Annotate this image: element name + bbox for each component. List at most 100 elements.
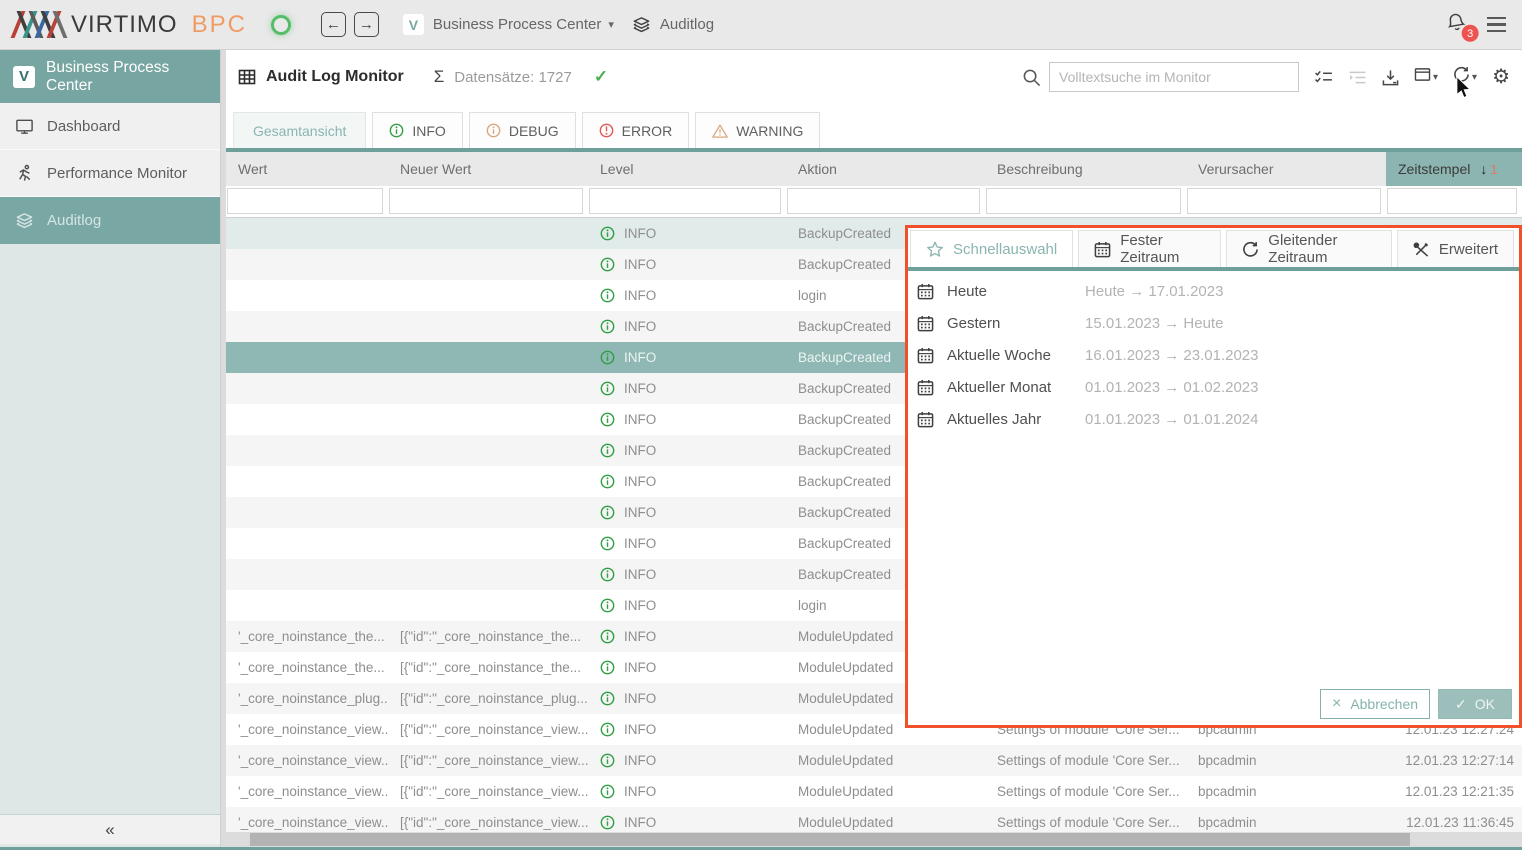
cell-text: [{"id":"_core_noinstance_the...: [400, 629, 581, 644]
cell-alter: [226, 528, 388, 559]
menu-button[interactable]: [1487, 17, 1506, 33]
filter-input-zeitstempel[interactable]: [1387, 188, 1517, 214]
cell-zeit: 12.01.23 12:27:14: [1386, 745, 1522, 776]
level-label: INFO: [624, 412, 656, 427]
sidebar-nav: Dashboard Performance MonitorAuditlog: [0, 103, 220, 244]
filter-input-verursacher[interactable]: [1187, 188, 1381, 214]
popup-tab-fester-zeitraum[interactable]: Fester Zeitraum: [1078, 230, 1221, 267]
column-label: Neuer Wert: [400, 161, 471, 177]
cell-alter: '_core_noinstance_view...: [226, 745, 388, 776]
filter-input-level[interactable]: [589, 188, 781, 214]
export-icon[interactable]: [1382, 69, 1399, 86]
cell-text: '_core_noinstance_view...: [238, 784, 388, 799]
column-header-aktion[interactable]: Aktion: [786, 152, 985, 186]
cell-level: INFO: [588, 528, 786, 559]
sidebar-item-auditlog[interactable]: Auditlog: [0, 197, 220, 244]
tab-error[interactable]: ERROR: [582, 112, 690, 148]
notification-badge: 3: [1462, 24, 1479, 41]
popup-tab-schnellauswahl[interactable]: Schnellauswahl: [910, 230, 1073, 267]
history-back-button[interactable]: ←: [321, 12, 346, 37]
scrollbar-thumb[interactable]: [250, 833, 1410, 846]
cell-text: ModuleUpdated: [798, 753, 893, 768]
info-icon: [600, 257, 615, 272]
cancel-button[interactable]: ×Abbrechen: [1320, 689, 1430, 719]
column-header-verursacher[interactable]: Verursacher: [1186, 152, 1386, 186]
cell-text: ModuleUpdated: [798, 815, 893, 830]
cell-level: INFO: [588, 776, 786, 807]
sidebar-scrollbar[interactable]: [220, 50, 226, 850]
preset-aktueller-monat[interactable]: Aktueller Monat01.01.2023 → 01.02.2023: [908, 371, 1519, 403]
monitor-toolbar: Audit Log Monitor Σ Datensätze: 1727 ✓ ▾…: [226, 50, 1522, 104]
cell-text: ModuleUpdated: [798, 660, 893, 675]
settings-button[interactable]: ⚙: [1492, 67, 1510, 87]
sidebar-collapse-button[interactable]: «: [0, 814, 220, 844]
search-input[interactable]: [1049, 62, 1299, 92]
records-count: Datensätze: 1727: [454, 69, 572, 86]
time-range-popup: Schnellauswahl Fester Zeitraum Gleitender …: [905, 225, 1522, 728]
popup-footer: ×Abbrechen ✓OK: [1320, 689, 1512, 719]
cell-alter: [226, 218, 388, 249]
sidebar-title: Business Process Center: [46, 59, 207, 95]
preset-aktuelle-woche[interactable]: Aktuelle Woche16.01.2023 → 23.01.2023: [908, 339, 1519, 371]
column-header-wert[interactable]: Wert: [226, 152, 388, 186]
tab-warning[interactable]: WARNING: [695, 112, 820, 148]
preset-heute[interactable]: HeuteHeute → 17.01.2023: [908, 275, 1519, 307]
cell-text: 12.01.23 12:21:35: [1405, 784, 1514, 799]
popup-tab-erweitert[interactable]: Erweitert: [1397, 230, 1514, 267]
column-header-level[interactable]: Level: [588, 152, 786, 186]
cell-text: [{"id":"_core_noinstance_the...: [400, 660, 581, 675]
cell-level: INFO: [588, 218, 786, 249]
filter-input-wert[interactable]: [227, 188, 383, 214]
cell-alter: [226, 497, 388, 528]
filter-input-beschreibung[interactable]: [986, 188, 1181, 214]
preset-aktuelles-jahr[interactable]: Aktuelles Jahr01.01.2023 → 01.01.2024: [908, 403, 1519, 435]
preset-range: Heute → 17.01.2023: [1085, 283, 1223, 300]
cell-level: INFO: [588, 745, 786, 776]
sidebar-item-dashboard[interactable]: Dashboard: [0, 103, 220, 150]
cell-alter: [226, 249, 388, 280]
notifications-button[interactable]: 3: [1444, 10, 1469, 39]
column-header-neuer-wert[interactable]: Neuer Wert: [388, 152, 588, 186]
tab-label: DEBUG: [509, 123, 559, 139]
cell-neuer: [388, 559, 588, 590]
filter-cell: [786, 186, 985, 217]
sigma-icon: Σ: [434, 67, 445, 87]
breadcrumb-page[interactable]: Auditlog: [660, 16, 714, 33]
cell-text: '_core_noinstance_the...: [238, 629, 385, 644]
table-row[interactable]: '_core_noinstance_view...[{"id":"_core_n…: [226, 745, 1522, 776]
history-forward-button[interactable]: →: [354, 12, 379, 37]
caret-down-icon[interactable]: ▾: [608, 18, 614, 31]
column-filter-icon[interactable]: [1314, 70, 1333, 85]
sidebar-item-label: Dashboard: [47, 118, 120, 135]
tab-gesamtansicht[interactable]: Gesamtansicht: [233, 112, 366, 148]
level-label: INFO: [624, 536, 656, 551]
sidebar-item-performance-monitor[interactable]: Performance Monitor: [0, 150, 220, 197]
level-label: INFO: [624, 319, 656, 334]
bpc-flag-icon: V: [403, 14, 424, 35]
column-label: Verursacher: [1198, 161, 1273, 177]
popup-tabstrip: Schnellauswahl Fester Zeitraum Gleitender …: [908, 228, 1519, 271]
column-header-beschreibung[interactable]: Beschreibung: [985, 152, 1186, 186]
filter-input-aktion[interactable]: [787, 188, 980, 214]
info-icon: [600, 474, 615, 489]
preset-gestern[interactable]: Gestern15.01.2023 → Heute: [908, 307, 1519, 339]
cell-neuer: [388, 342, 588, 373]
tab-info[interactable]: INFO: [372, 112, 462, 148]
ok-button[interactable]: ✓OK: [1438, 689, 1512, 719]
bpc-logo-icon: V: [13, 66, 35, 88]
calendar-icon: [917, 283, 934, 300]
cell-neuer: [388, 435, 588, 466]
column-header-zeitstempel[interactable]: Zeitstempel↓1: [1386, 152, 1522, 186]
table-row[interactable]: '_core_noinstance_view...[{"id":"_core_n…: [226, 776, 1522, 807]
horizontal-scrollbar[interactable]: [226, 832, 1522, 847]
popup-tab-gleitender-zeitraum[interactable]: Gleitender Zeitraum: [1226, 230, 1392, 267]
tab-debug[interactable]: DEBUG: [469, 112, 576, 148]
info-icon: [600, 381, 615, 396]
grouping-icon[interactable]: [1348, 70, 1367, 85]
filter-input-neuer-wert[interactable]: [389, 188, 583, 214]
cell-aktion: ModuleUpdated: [786, 776, 985, 807]
popup-tab-label: Fester Zeitraum: [1120, 232, 1205, 266]
layout-menu-button[interactable]: ▾: [1414, 67, 1438, 87]
breadcrumb-app[interactable]: Business Process Center: [433, 16, 601, 33]
info-icon: [600, 753, 615, 768]
